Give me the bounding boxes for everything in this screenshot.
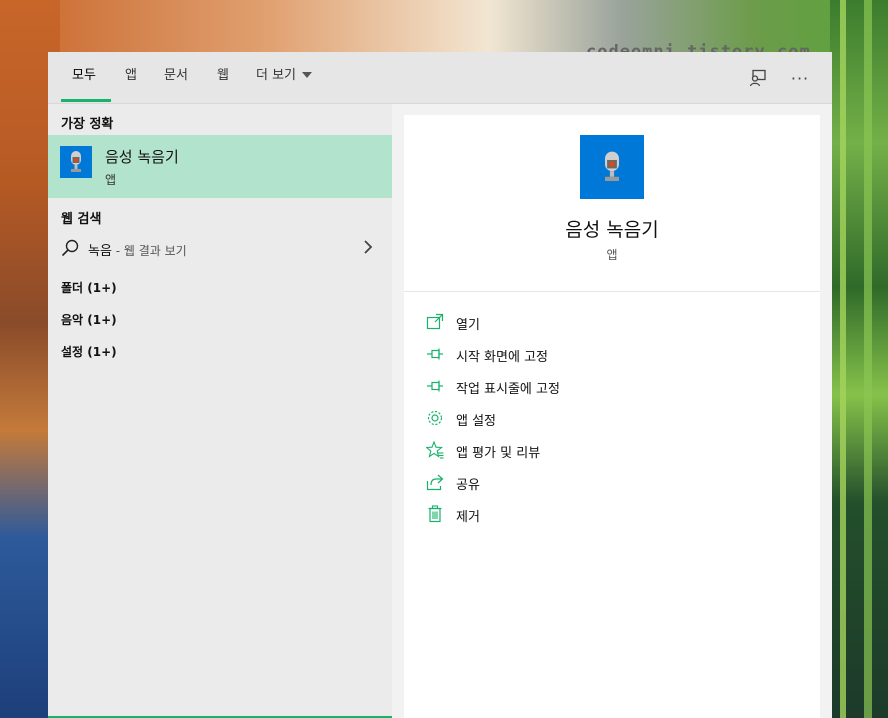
web-search-heading: 웹 검색: [61, 212, 102, 227]
best-match-heading: 가장 정확: [61, 117, 114, 132]
open-icon: [426, 313, 444, 330]
action-app-settings-label: 앱 설정: [456, 414, 497, 429]
action-pin-start[interactable]: 시작 화면에 고정: [426, 343, 786, 367]
tab-apps[interactable]: 앱: [125, 52, 137, 103]
pin-icon: [427, 348, 443, 360]
tab-web[interactable]: 웹: [217, 52, 229, 103]
tab-more[interactable]: 더 보기: [256, 52, 313, 103]
chevron-down-icon: [302, 71, 313, 78]
category-settings[interactable]: 설정 (1+): [61, 343, 117, 360]
share-icon: [426, 474, 444, 491]
tab-documents[interactable]: 문서: [164, 52, 188, 103]
results-pane: 가장 정확 음성 녹음기 앱 웹 검색 녹음 - 웹 결과 보기 폴더 (1+)…: [48, 104, 392, 718]
action-share-label: 공유: [456, 478, 480, 493]
action-rate-review-label: 앱 평가 및 리뷰: [456, 446, 541, 461]
app-preview-type: 앱: [606, 248, 618, 262]
action-open-label: 열기: [456, 318, 480, 333]
wallpaper-right: [830, 0, 888, 718]
active-tab-indicator: [61, 99, 111, 102]
microphone-icon: [60, 146, 92, 178]
gear-icon: [427, 410, 443, 426]
app-preview-header: 음성 녹음기 앱: [404, 115, 820, 292]
best-match-result[interactable]: 음성 녹음기 앱: [48, 135, 392, 198]
category-music[interactable]: 음악 (1+): [61, 311, 117, 328]
search-filter-bar: 모두 앱 문서 웹 더 보기 ···: [48, 52, 832, 104]
pin-icon: [427, 380, 443, 392]
action-app-settings[interactable]: 앱 설정: [426, 407, 786, 431]
tab-more-label: 더 보기: [256, 68, 297, 83]
action-open[interactable]: 열기: [426, 311, 786, 335]
action-share[interactable]: 공유: [426, 471, 786, 495]
web-search-term: 녹음: [88, 244, 112, 259]
best-match-type: 앱: [105, 173, 117, 187]
feedback-icon[interactable]: [746, 66, 770, 90]
microphone-icon: [580, 135, 644, 199]
star-icon: [426, 441, 444, 459]
chevron-right-icon: [364, 240, 373, 254]
action-pin-taskbar[interactable]: 작업 표시줄에 고정: [426, 375, 786, 399]
app-preview-name: 음성 녹음기: [565, 219, 659, 241]
action-uninstall[interactable]: 제거: [426, 503, 786, 527]
action-pin-taskbar-label: 작업 표시줄에 고정: [456, 382, 560, 397]
search-icon: [61, 239, 79, 257]
web-search-suffix: - 웹 결과 보기: [111, 244, 187, 258]
action-uninstall-label: 제거: [456, 510, 480, 525]
more-options-icon[interactable]: ···: [788, 66, 812, 90]
web-search-result[interactable]: 녹음 - 웹 결과 보기: [48, 232, 392, 264]
preview-pane: 음성 녹음기 앱 열기 시작 화면에 고정 작업 표시줄에 고정 앱 설정 앱 …: [404, 115, 820, 718]
trash-icon: [428, 505, 442, 523]
action-rate-review[interactable]: 앱 평가 및 리뷰: [426, 439, 786, 463]
category-folders[interactable]: 폴더 (1+): [61, 279, 117, 296]
tab-all[interactable]: 모두: [72, 52, 96, 103]
web-search-text: 녹음 - 웹 결과 보기: [88, 240, 187, 259]
action-pin-start-label: 시작 화면에 고정: [456, 350, 548, 365]
best-match-name: 음성 녹음기: [105, 148, 179, 166]
search-panel: 모두 앱 문서 웹 더 보기 ··· 가장 정확 음성 녹음기 앱 웹 검색 녹…: [48, 52, 832, 718]
